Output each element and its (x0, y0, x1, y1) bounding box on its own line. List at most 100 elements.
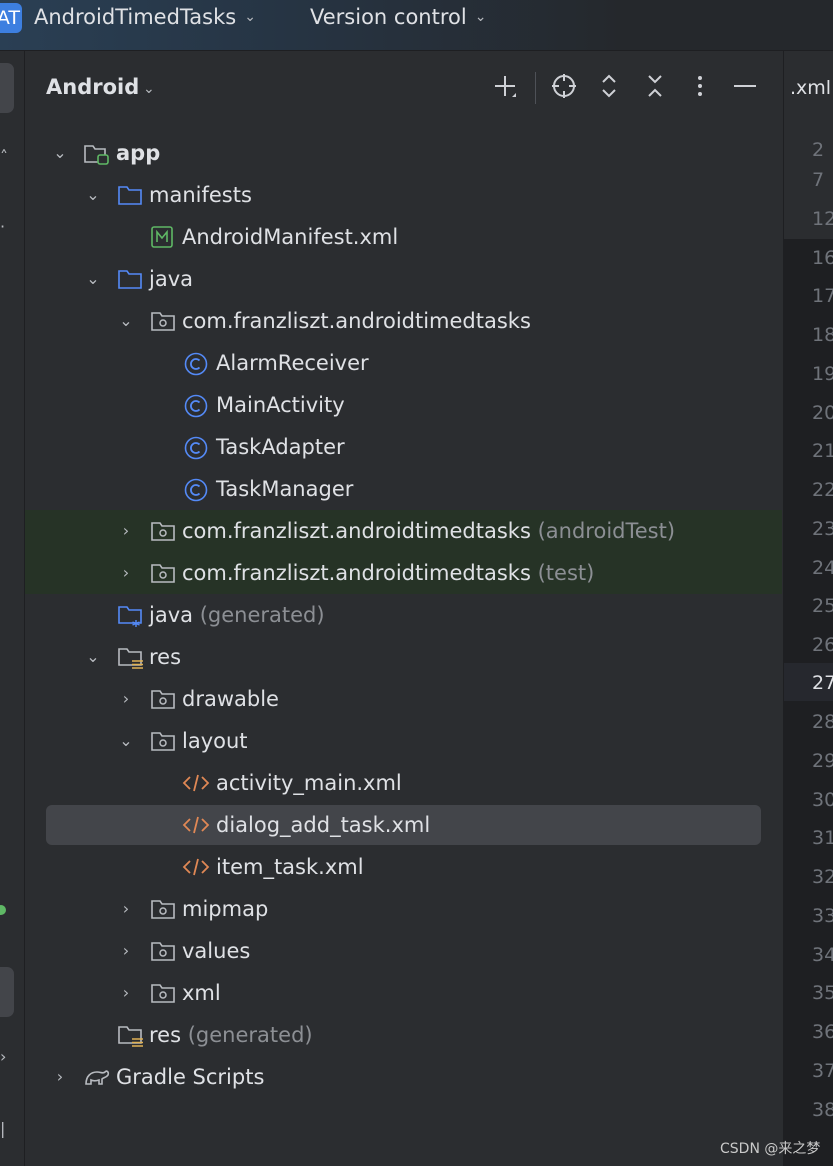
tree-node-package-main[interactable]: ⌄ com.franzliszt.androidtimedtasks (25, 300, 782, 342)
tree-node-android-manifest[interactable]: AndroidManifest.xml (25, 216, 782, 258)
tree-node-gradle-scripts[interactable]: › Gradle Scripts (25, 1056, 782, 1098)
tree-node-java-generated[interactable]: java (generated) (25, 594, 782, 636)
tree-node-activity-main[interactable]: activity_main.xml (25, 762, 782, 804)
chevron-down-icon: ⌄ (244, 9, 256, 25)
package-icon (151, 898, 175, 920)
project-tool-button[interactable] (0, 63, 14, 113)
tree-label: dialog_add_task.xml (216, 813, 431, 837)
tree-label-group: java (generated) (149, 594, 325, 636)
structure-icon[interactable]: · (0, 217, 5, 236)
tree-label-suffix: (androidTest) (537, 519, 676, 543)
tree-label: Gradle Scripts (116, 1065, 265, 1089)
project-panel: Android ⌄ ⌄ app ⌄ manifests AndroidManif… (25, 51, 782, 1166)
vcs-label: Version control (310, 5, 467, 29)
tree-node-alarm-receiver[interactable]: AlarmReceiver (25, 342, 782, 384)
chevron-right-icon[interactable]: › (117, 510, 135, 552)
locate-icon[interactable] (549, 71, 579, 101)
tree-label: xml (182, 981, 221, 1005)
xml-file-icon (182, 856, 210, 878)
chevron-down-icon[interactable]: ⌄ (84, 174, 102, 216)
chevron-right-icon[interactable]: › (117, 552, 135, 594)
build-tool-button[interactable] (0, 967, 14, 1017)
chevron-down-icon[interactable]: ⌄ (117, 720, 135, 762)
tree-node-layout[interactable]: ⌄ layout (25, 720, 782, 762)
editor-tab[interactable]: .xml (784, 51, 833, 124)
line-number: 21 (812, 440, 833, 462)
tree-node-values[interactable]: › values (25, 930, 782, 972)
line-number: 22 (812, 479, 833, 501)
line-number: 38 (812, 1099, 833, 1121)
tree-label: java (149, 603, 193, 627)
tree-label: res (149, 1023, 182, 1047)
tree-label-group: res (generated) (149, 1014, 313, 1056)
class-icon (184, 352, 208, 376)
tree-node-res-generated[interactable]: res (generated) (25, 1014, 782, 1056)
version-control-menu[interactable]: Version control ⌄ (310, 5, 486, 29)
tree-label: mipmap (182, 897, 269, 921)
terminal-icon[interactable]: | (0, 1119, 5, 1138)
add-icon[interactable] (490, 71, 520, 101)
line-number: 28 (812, 711, 833, 733)
line-number: 36 (812, 1021, 833, 1043)
line-number: 26 (812, 634, 833, 656)
collapse-all-icon[interactable] (640, 71, 670, 101)
tree-label: TaskManager (216, 477, 354, 501)
tree-node-xml[interactable]: › xml (25, 972, 782, 1014)
xml-file-icon (182, 814, 210, 836)
more-icon[interactable] (685, 71, 715, 101)
tree-node-mipmap[interactable]: › mipmap (25, 888, 782, 930)
tree-node-task-manager[interactable]: TaskManager (25, 468, 782, 510)
line-number: 33 (812, 905, 833, 927)
chevron-down-icon[interactable]: ⌄ (84, 636, 102, 678)
chevron-right-icon[interactable]: › (117, 930, 135, 972)
line-number: 17 (812, 285, 833, 307)
tree-label-suffix: (generated) (199, 603, 325, 627)
class-icon (184, 436, 208, 460)
class-icon (184, 478, 208, 502)
tree-node-task-adapter[interactable]: TaskAdapter (25, 426, 782, 468)
minimize-icon[interactable] (730, 71, 760, 101)
manifest-icon (151, 226, 173, 248)
xml-file-icon (182, 772, 210, 794)
tree-node-res[interactable]: ⌄ res (25, 636, 782, 678)
tree-node-java[interactable]: ⌄ java (25, 258, 782, 300)
tree-label: activity_main.xml (216, 771, 402, 795)
chevron-right-icon[interactable]: › (117, 972, 135, 1014)
project-panel-header: Android ⌄ (25, 51, 782, 126)
tree-node-app[interactable]: ⌄ app (25, 132, 782, 174)
chevron-down-icon[interactable]: ⌄ (117, 300, 135, 342)
commit-icon[interactable]: ˄ (0, 147, 8, 166)
line-number: 23 (812, 518, 833, 540)
line-number: 25 (812, 595, 833, 617)
tree-label: drawable (182, 687, 279, 711)
chevron-down-icon[interactable]: ⌄ (51, 132, 69, 174)
chevron-down-icon[interactable]: ⌄ (84, 258, 102, 300)
chevron-right-icon[interactable]: › (117, 678, 135, 720)
tree-label: item_task.xml (216, 855, 364, 879)
package-icon (151, 940, 175, 962)
project-selector[interactable]: AndroidTimedTasks ⌄ (34, 5, 256, 29)
chevron-right-icon[interactable]: › (51, 1056, 69, 1098)
chevron-right-icon[interactable]: › (117, 888, 135, 930)
chevron-down-icon[interactable]: ⌄ (143, 81, 155, 97)
tree-node-drawable[interactable]: › drawable (25, 678, 782, 720)
package-icon (151, 562, 175, 584)
tree-node-item-task[interactable]: item_task.xml (25, 846, 782, 888)
git-icon[interactable]: › (0, 1047, 6, 1066)
tree-label: AlarmReceiver (216, 351, 369, 375)
tree-node-package-test[interactable]: › com.franzliszt.androidtimedtasks (test… (25, 552, 782, 594)
tree-node-manifests[interactable]: ⌄ manifests (25, 174, 782, 216)
line-number: 19 (812, 363, 833, 385)
expand-all-icon[interactable] (594, 71, 624, 101)
line-number: 30 (812, 789, 833, 811)
tree-label: com.franzliszt.androidtimedtasks (182, 561, 531, 585)
package-icon (151, 310, 175, 332)
tree-node-main-activity[interactable]: MainActivity (25, 384, 782, 426)
tree-label: values (182, 939, 251, 963)
tree-node-package-android-test[interactable]: › com.franzliszt.androidtimedtasks (andr… (25, 510, 782, 552)
editor-tab-label: .xml (790, 77, 832, 99)
tree-node-dialog-add-task[interactable]: dialog_add_task.xml (25, 804, 782, 846)
line-number: 31 (812, 827, 833, 849)
project-badge[interactable]: AT (0, 3, 22, 33)
view-selector[interactable]: Android (46, 75, 139, 99)
